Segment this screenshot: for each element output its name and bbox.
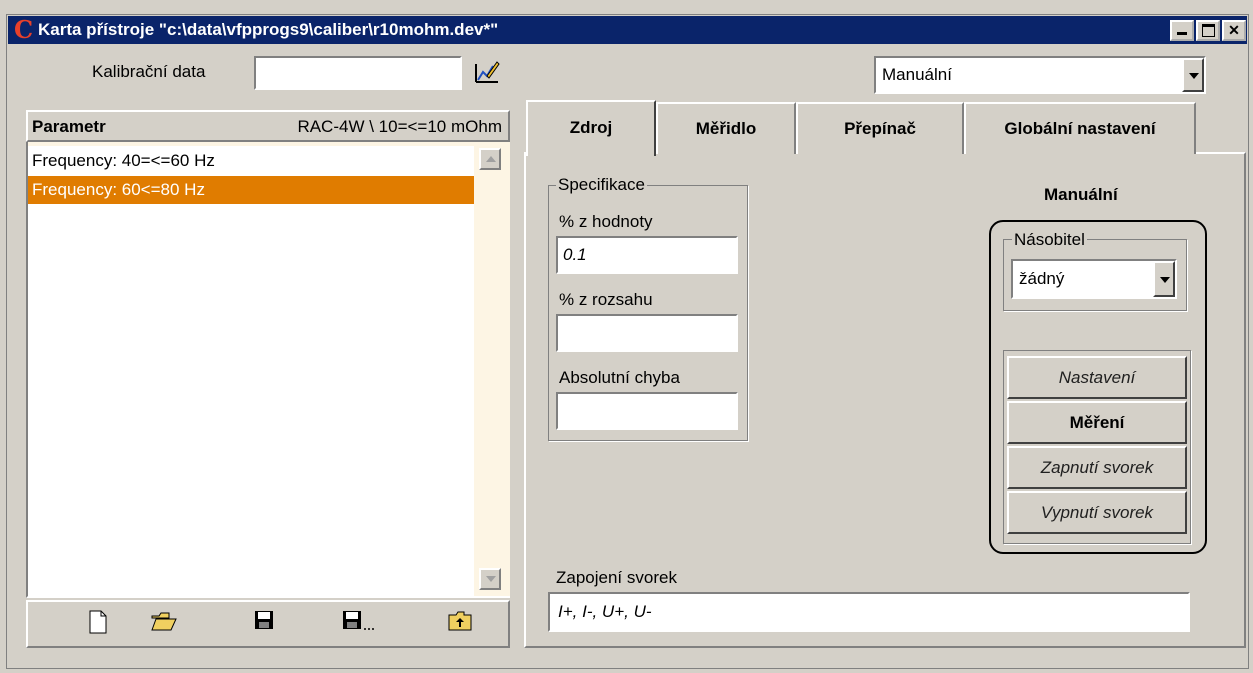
multiplier-dropdown-button[interactable] xyxy=(1153,261,1175,297)
scroll-down-button[interactable] xyxy=(479,568,501,590)
app-logo-icon: C xyxy=(14,15,34,44)
chevron-down-icon xyxy=(1189,73,1199,79)
vypnuti-svorek-button[interactable]: Vypnutí svorek xyxy=(1007,491,1187,534)
new-file-icon[interactable] xyxy=(84,610,112,638)
pct-value-input[interactable]: 0.1 xyxy=(556,236,738,274)
abs-error-input[interactable] xyxy=(556,392,738,430)
open-folder-icon[interactable] xyxy=(150,610,178,638)
mode-select[interactable]: Manuální xyxy=(874,56,1206,94)
save-icon[interactable] xyxy=(250,610,278,638)
scroll-up-button[interactable] xyxy=(479,148,501,170)
multiplier-select[interactable]: žádný xyxy=(1011,259,1177,299)
minimize-button[interactable] xyxy=(1170,20,1194,41)
window-title: Karta přístroje "c:\data\vfpprogs9\calib… xyxy=(38,20,499,39)
tab-globalni-nastaveni[interactable]: Globální nastavení xyxy=(964,102,1196,154)
multiplier-select-value: žádný xyxy=(1019,269,1065,288)
pct-range-label: % z rozsahu xyxy=(559,290,653,309)
wiring-input[interactable]: I+, I-, U+, U- xyxy=(548,592,1190,632)
wiring-label: Zapojení svorek xyxy=(556,568,677,587)
manual-title: Manuální xyxy=(1044,185,1118,204)
chevron-down-icon xyxy=(486,576,496,582)
list-item-selected[interactable]: Frequency: 60<=80 Hz xyxy=(28,176,474,204)
tab-zdroj[interactable]: Zdroj xyxy=(526,100,656,156)
maximize-icon xyxy=(1201,24,1215,37)
abs-error-label: Absolutní chyba xyxy=(559,368,680,387)
maximize-button[interactable] xyxy=(1196,20,1220,41)
list-header-range: RAC-4W \ 10=<=10 mOhm xyxy=(297,117,502,136)
mereni-button[interactable]: Měření xyxy=(1007,401,1187,444)
pct-range-input[interactable] xyxy=(556,314,738,352)
list-header: Parametr RAC-4W \ 10=<=10 mOhm xyxy=(26,110,510,142)
multiplier-caption: Násobitel xyxy=(1012,230,1087,250)
list-scrollbar[interactable] xyxy=(478,146,504,596)
edit-calib-icon[interactable] xyxy=(473,58,501,86)
chevron-down-icon xyxy=(1160,277,1170,283)
list-item[interactable]: Frequency: 40=<=60 Hz xyxy=(28,147,474,175)
chevron-up-icon xyxy=(486,156,496,162)
zapnuti-svorek-button[interactable]: Zapnutí svorek xyxy=(1007,446,1187,489)
save-as-icon[interactable] xyxy=(340,610,380,638)
export-folder-icon[interactable] xyxy=(446,610,474,638)
mode-dropdown-button[interactable] xyxy=(1182,58,1204,92)
tab-prepinac[interactable]: Přepínač xyxy=(796,102,964,154)
minimize-icon xyxy=(1177,32,1187,35)
mode-select-value: Manuální xyxy=(882,65,952,84)
nastaveni-button[interactable]: Nastavení xyxy=(1007,356,1187,399)
calib-data-field[interactable] xyxy=(254,56,462,90)
tab-meridlo[interactable]: Měřidlo xyxy=(656,102,796,154)
list-header-param: Parametr xyxy=(32,117,106,136)
close-button[interactable]: ✕ xyxy=(1222,20,1246,41)
calib-data-label: Kalibrační data xyxy=(92,62,206,81)
list-blank-area xyxy=(28,146,474,596)
pct-value-label: % z hodnoty xyxy=(559,212,653,231)
spec-caption: Specifikace xyxy=(556,175,647,195)
close-icon: ✕ xyxy=(1228,22,1240,38)
